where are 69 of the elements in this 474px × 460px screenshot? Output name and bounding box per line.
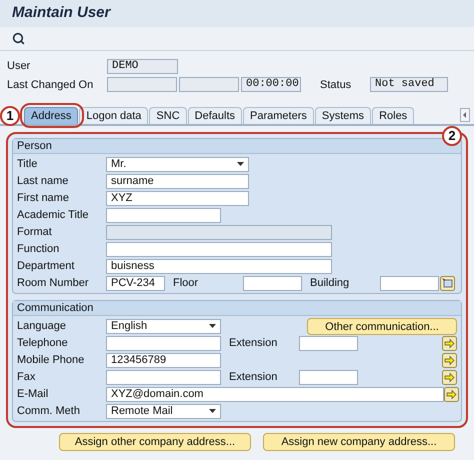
- field-label: Floor: [173, 276, 200, 291]
- field-label: Language: [17, 318, 67, 334]
- field-label: Function: [17, 242, 60, 257]
- input-field[interactable]: [106, 336, 221, 350]
- callout-number: 1: [0, 106, 20, 126]
- field-label: User: [7, 59, 32, 74]
- input-field[interactable]: XYZ: [106, 190, 249, 206]
- input-field: DEMO: [107, 58, 178, 74]
- input-field[interactable]: [380, 276, 439, 290]
- group-title: Communication: [17, 300, 94, 316]
- assign-address-button[interactable]: Assign new company address...: [263, 433, 455, 451]
- dropdown-field[interactable]: English: [106, 318, 221, 334]
- scroll-left-icon[interactable]: [460, 108, 470, 122]
- input-field[interactable]: XYZ@domain.com: [106, 386, 444, 402]
- field-label: Building: [310, 276, 350, 291]
- tab[interactable]: Logon data: [79, 107, 148, 124]
- dropdown-arrow-icon: [209, 324, 216, 328]
- tab[interactable]: Address: [24, 107, 78, 124]
- callout-number: 2: [442, 126, 462, 146]
- arrow-right-icon[interactable]: [444, 386, 459, 402]
- arrow-right-icon[interactable]: [442, 336, 457, 350]
- search-icon[interactable]: [12, 32, 25, 45]
- input-field[interactable]: [106, 370, 221, 384]
- field-label: Status: [320, 78, 352, 92]
- field-label: Fax: [17, 370, 36, 385]
- tab[interactable]: Systems: [314, 107, 372, 124]
- field-label: Last Changed On: [7, 78, 94, 92]
- callout-outline: [20, 103, 84, 128]
- tab[interactable]: Parameters: [243, 107, 314, 124]
- input-field: Not saved: [370, 77, 448, 92]
- field-label: Telephone: [17, 336, 69, 351]
- field-label: Academic Title: [17, 208, 90, 223]
- dropdown-field[interactable]: Remote Mail: [106, 404, 221, 418]
- field-label: Format: [17, 224, 53, 240]
- field-label: E-Mail: [17, 386, 50, 402]
- input-field[interactable]: [299, 336, 358, 350]
- field-label: Extension: [229, 370, 278, 385]
- input-field[interactable]: [106, 242, 332, 256]
- input-field[interactable]: surname: [106, 174, 249, 188]
- assign-address-button[interactable]: Assign other company address...: [59, 433, 251, 451]
- field-label: Title: [17, 156, 38, 172]
- input-field: [107, 77, 177, 92]
- tab[interactable]: Defaults: [188, 107, 242, 124]
- arrow-right-icon[interactable]: [442, 352, 457, 368]
- field-label: Last name: [17, 174, 70, 189]
- dropdown-field[interactable]: Mr.: [106, 156, 249, 172]
- field-label: Extension: [229, 336, 278, 351]
- field-label: Mobile Phone: [17, 352, 86, 368]
- other-communication-button[interactable]: Other communication...: [307, 318, 457, 334]
- field-label: First name: [17, 190, 70, 206]
- dropdown-arrow-icon: [237, 162, 244, 166]
- field-label: Comm. Meth: [17, 404, 81, 419]
- tab[interactable]: Roles: [372, 107, 414, 124]
- input-field[interactable]: PCV-234: [106, 276, 165, 290]
- arrow-right-icon[interactable]: [442, 370, 457, 384]
- group-title: Person: [17, 138, 52, 154]
- window-title: Maintain User: [12, 3, 110, 24]
- input-field[interactable]: [106, 208, 221, 222]
- input-field[interactable]: [243, 276, 302, 290]
- input-field: [179, 77, 239, 92]
- input-field[interactable]: [299, 370, 358, 384]
- input-field[interactable]: 123456789: [106, 352, 221, 368]
- dropdown-arrow-icon: [209, 409, 216, 413]
- building-picker-icon[interactable]: [440, 276, 455, 290]
- field-label: Room Number: [17, 276, 90, 291]
- input-field: 00:00:00: [241, 77, 301, 92]
- field-label: Department: [17, 258, 76, 274]
- tab[interactable]: SNC: [149, 107, 187, 124]
- input-field[interactable]: buisness: [106, 258, 332, 274]
